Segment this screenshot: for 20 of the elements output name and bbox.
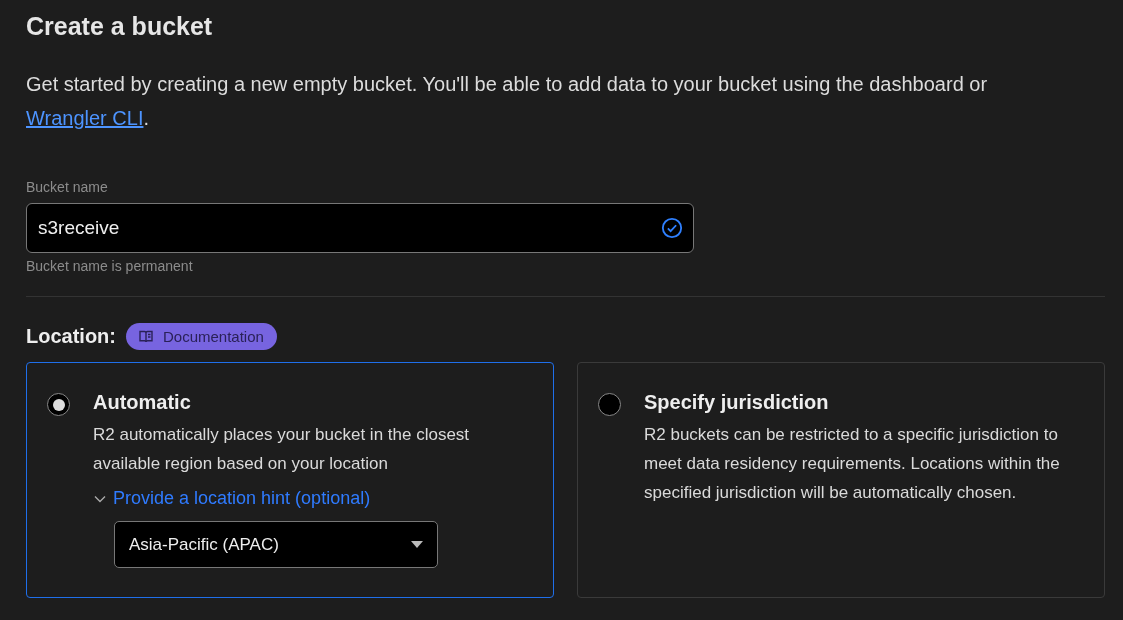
radio-button[interactable]	[47, 393, 70, 416]
radio-button[interactable]	[598, 393, 621, 416]
caret-down-icon	[411, 541, 423, 548]
help-text: Bucket name is permanent	[26, 258, 194, 274]
option-description: R2 buckets can be restricted to a specific jurisdiction to meet data residency requirements. Locations within the specified jurisdiction will be automatically chosen.	[644, 424, 1061, 504]
option-description: R2 automatically places your bucket in the closest available region based on your location	[93, 424, 471, 475]
bucket-name-input[interactable]: s3receive	[26, 203, 694, 253]
option-card[interactable]: Automatic R2 automatically places your bucket in the closest available region based on your location Provide a location hint (optional) Asia-Pacific (APAC)	[26, 362, 554, 598]
wrangler-cli-link[interactable]: Wrangler CLI	[26, 107, 144, 129]
intro-text: Get started by creating a new empty bucket. You'll be able to add data to your bucket using the dashboard or Wrangler CLI.	[26, 72, 989, 131]
region-select[interactable]: Asia-Pacific (APAC)	[114, 521, 438, 568]
option-card[interactable]: Specify jurisdiction R2 buckets can be restricted to a specific jurisdiction to meet data residency requirements. Locations within the specified jurisdiction will be automatically chosen.	[577, 362, 1105, 598]
field-label: Bucket name	[26, 179, 109, 195]
location-label: Location:	[26, 325, 116, 348]
check-circle-icon	[661, 217, 683, 239]
option-title: Specify jurisdiction	[644, 391, 830, 414]
book-icon	[139, 330, 153, 343]
page-title: Create a bucket	[26, 12, 214, 41]
option-title: Automatic	[93, 391, 192, 414]
location-hint-toggle[interactable]: Provide a location hint (optional)	[93, 488, 533, 509]
